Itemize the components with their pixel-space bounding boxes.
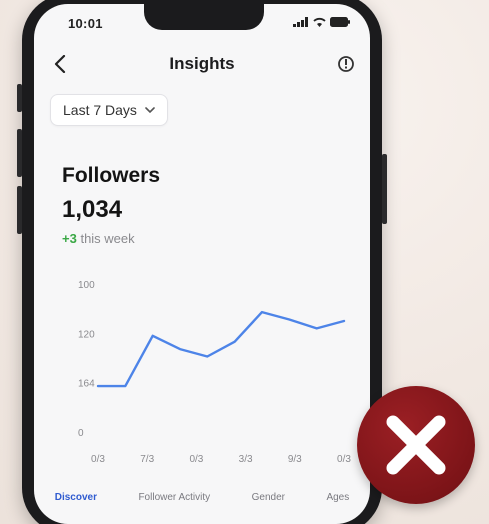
close-x-icon (386, 415, 446, 475)
phone-mute-switch (17, 84, 22, 112)
info-icon (338, 56, 354, 72)
bottom-tabs: Discover Follower Activity Gender Ages (34, 482, 370, 512)
tab-gender[interactable]: Gender (246, 488, 291, 507)
x-tick-label: 0/3 (91, 454, 105, 465)
phone-volume-up (17, 129, 22, 177)
signal-icon (293, 17, 308, 27)
phone-screen: 10:01 Insights Last 7 Days Followers 1,0… (34, 4, 370, 524)
metric-title: Followers (62, 164, 161, 187)
status-time: 10:01 (68, 16, 103, 31)
metric-value: 1,034 (62, 196, 123, 223)
x-tick-label: 9/3 (288, 454, 302, 465)
date-range-value: Last 7 Days (63, 102, 137, 118)
battery-icon (330, 17, 350, 27)
y-tick-label: 164 (78, 379, 95, 390)
x-tick-label: 0/3 (337, 454, 351, 465)
info-button[interactable] (334, 52, 358, 76)
tab-discover[interactable]: Discover (49, 488, 103, 507)
y-tick-label: 120 (78, 329, 95, 340)
tab-ages[interactable]: Ages (320, 488, 355, 507)
x-tick-label: 0/3 (189, 454, 203, 465)
metric-delta-label: this week (80, 231, 135, 246)
x-tick-label: 7/3 (140, 454, 154, 465)
navigation-bar: Insights (34, 44, 370, 84)
phone-volume-down (17, 186, 22, 234)
tab-follower-activity[interactable]: Follower Activity (132, 488, 216, 507)
followers-line-chart: 0 164 120 100 0/3 7/3 0/3 3/3 9/3 0/3 (78, 280, 351, 465)
phone-notch (144, 4, 264, 30)
y-tick-label: 0 (78, 428, 84, 439)
chevron-down-icon (145, 106, 155, 113)
status-icons (293, 17, 350, 27)
close-badge[interactable] (357, 386, 475, 504)
x-tick-label: 3/3 (239, 454, 253, 465)
followers-series-line (96, 310, 346, 388)
date-range-dropdown[interactable]: Last 7 Days (50, 94, 168, 126)
y-tick-label: 100 (78, 280, 95, 291)
metric-delta: +3 this week (62, 231, 135, 246)
page-title: Insights (169, 54, 235, 73)
phone-frame: 10:01 Insights Last 7 Days Followers 1,0… (17, 0, 387, 524)
phone-power-button (382, 154, 387, 224)
metric-delta-value: +3 (62, 231, 77, 246)
wifi-icon (313, 17, 326, 27)
scene-background: 10:01 Insights Last 7 Days Followers 1,0… (0, 0, 489, 524)
